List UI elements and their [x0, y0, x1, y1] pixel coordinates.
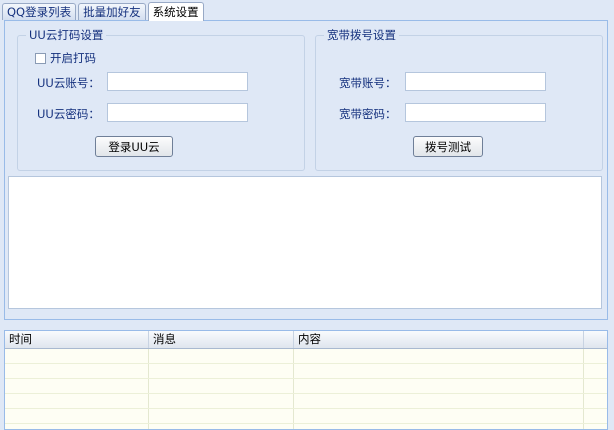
cell-message	[149, 394, 294, 408]
cell-time	[5, 394, 149, 408]
table-row[interactable]	[5, 379, 607, 394]
uu-account-label: UU云账号：	[37, 76, 100, 90]
tab-strip: QQ登录列表 批量加好友 系统设置	[2, 2, 206, 21]
message-grid: 时间 消息 内容	[4, 330, 608, 430]
login-uu-button[interactable]: 登录UU云	[95, 136, 173, 157]
column-header-spacer	[584, 331, 607, 348]
enable-captcha-checkbox[interactable]: 开启打码	[35, 50, 96, 66]
table-row[interactable]	[5, 349, 607, 364]
cell-time	[5, 364, 149, 378]
tab-batch-add-friends[interactable]: 批量加好友	[78, 3, 146, 20]
broadband-group-title: 宽带拨号设置	[327, 28, 396, 42]
broadband-password-label: 宽带密码：	[339, 107, 397, 121]
cell-message	[149, 379, 294, 393]
uu-captcha-group-title: UU云打码设置	[29, 28, 104, 42]
cell-content	[294, 394, 584, 408]
cell-content	[294, 379, 584, 393]
table-row[interactable]	[5, 424, 607, 429]
checkbox-box[interactable]	[35, 52, 46, 64]
cell-content	[294, 424, 584, 429]
uu-password-label: UU云密码：	[37, 107, 100, 121]
uu-account-input[interactable]	[107, 72, 248, 91]
table-row[interactable]	[5, 394, 607, 409]
broadband-password-input[interactable]	[405, 103, 546, 122]
cell-content	[294, 349, 584, 363]
grid-body	[5, 349, 607, 429]
uu-password-input[interactable]	[107, 103, 248, 122]
enable-captcha-label: 开启打码	[50, 51, 96, 65]
cell-content	[294, 409, 584, 423]
grid-header: 时间 消息 内容	[5, 331, 607, 349]
cell-time	[5, 349, 149, 363]
column-header-message[interactable]: 消息	[149, 331, 294, 348]
broadband-account-label: 宽带账号：	[339, 76, 397, 90]
log-textarea[interactable]	[8, 176, 602, 309]
cell-message	[149, 349, 294, 363]
broadband-account-input[interactable]	[405, 72, 546, 91]
tab-system-settings[interactable]: 系统设置	[147, 2, 204, 21]
column-header-content[interactable]: 内容	[294, 331, 584, 348]
cell-message	[149, 424, 294, 429]
column-header-time[interactable]: 时间	[5, 331, 149, 348]
table-row[interactable]	[5, 364, 607, 379]
cell-message	[149, 409, 294, 423]
cell-time	[5, 424, 149, 429]
dial-test-button[interactable]: 拨号测试	[413, 136, 483, 157]
tab-qq-login-list[interactable]: QQ登录列表	[2, 3, 77, 20]
table-row[interactable]	[5, 409, 607, 424]
cell-message	[149, 364, 294, 378]
cell-content	[294, 364, 584, 378]
cell-time	[5, 409, 149, 423]
cell-time	[5, 379, 149, 393]
